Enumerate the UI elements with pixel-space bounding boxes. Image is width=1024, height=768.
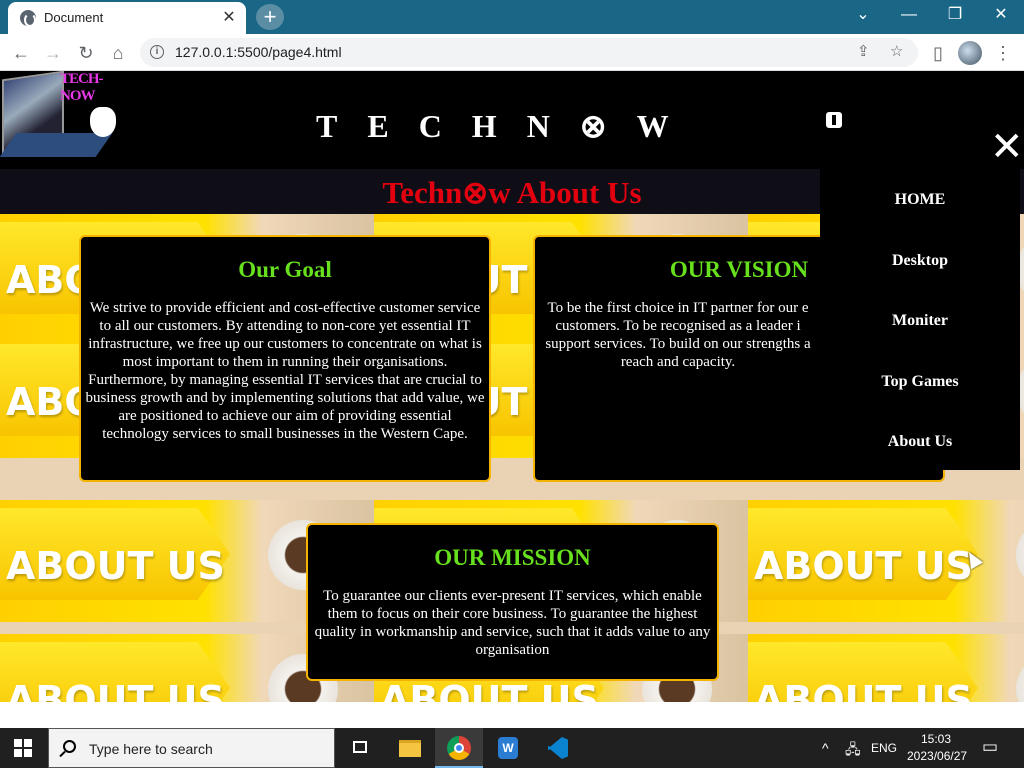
clock-date[interactable]: 2023/06/27 [907,749,967,763]
site-info-icon[interactable]: i [150,45,164,59]
network-icon[interactable]: 🖧 [845,739,861,763]
goal-title: Our Goal [238,257,332,282]
globe-icon [20,10,36,27]
sidenav-item-moniter[interactable]: Moniter [820,312,1020,330]
task-view-icon[interactable] [336,728,384,768]
tab-close-icon[interactable]: ✕ [218,7,240,29]
side-navigation: HOME Desktop Moniter Top Games About Us [820,169,1020,470]
address-bar[interactable]: i 127.0.0.1:5500/page4.html ⇪ ☆ [140,38,918,67]
restore-button[interactable]: ❐ [932,0,978,30]
sidenav-item-about-us[interactable]: About Us [820,433,1020,451]
reload-icon[interactable]: ↻ [73,40,99,66]
taskbar-search[interactable]: Type here to search [48,728,335,768]
share-icon[interactable]: ⇪ [857,42,870,60]
site-logo[interactable]: TECH-NOW [0,71,120,163]
sidenav-close-icon[interactable]: ✕ [990,127,1024,167]
web-page: ABOUT US ABOUT US ABOUT US ABOUT US ABOU… [0,71,1024,702]
goal-card: Our Goal We strive to provide efficient … [79,235,491,482]
menu-toggle-icon[interactable] [826,112,842,128]
vscode-icon[interactable] [534,728,582,768]
back-arrow-icon[interactable]: ← [8,40,34,66]
gamepad-icon [90,107,116,137]
mission-card: OUR MISSION To guarantee our clients eve… [306,523,719,681]
browser-tab[interactable]: Document ✕ [8,2,246,34]
bookmark-star-icon[interactable]: ☆ [890,42,903,60]
browser-toolbar: ← → ↻ ⌂ i 127.0.0.1:5500/page4.html ⇪ ☆ … [0,34,1024,71]
windows-start-icon[interactable] [14,739,32,757]
window-close-button[interactable]: ✕ [978,0,1024,30]
minimize-button[interactable]: — [886,0,932,30]
side-panel-icon[interactable]: ▯ [925,40,951,66]
file-explorer-icon[interactable] [386,728,434,768]
sidenav-item-top-games[interactable]: Top Games [820,373,1020,391]
chrome-icon[interactable] [435,728,483,768]
tab-search-chevron-icon[interactable]: ⌄ [840,0,886,30]
home-icon[interactable]: ⌂ [105,40,131,66]
vision-body: To be the first choice in IT partner for… [545,300,811,370]
forward-arrow-icon[interactable]: → [40,40,66,66]
brand-wordmark: TECHN⊗W [316,108,699,144]
clock-time[interactable]: 15:03 [921,732,951,746]
url-text[interactable]: 127.0.0.1:5500/page4.html [175,44,342,60]
goal-body: We strive to provide efficient and cost-… [85,300,485,442]
browser-tab-strip: Document ✕ + ⌄ — ❐ ✕ [0,0,1024,34]
mission-title: OUR MISSION [434,545,591,570]
search-icon [63,740,76,753]
new-tab-button[interactable]: + [256,4,284,30]
profile-avatar[interactable] [958,41,982,65]
logo-text: TECH-NOW [60,71,104,104]
sidenav-item-desktop[interactable]: Desktop [820,252,1020,270]
mission-body: To guarantee our clients ever-present IT… [314,588,711,658]
keyboard-image [0,133,113,157]
word-icon[interactable]: W [484,728,532,768]
language-indicator[interactable]: ENG [871,741,897,755]
windows-taskbar: Type here to search W ^ 🖧 ENG 15:03 2023… [0,728,1024,768]
sidenav-item-home[interactable]: HOME [820,191,1020,209]
background-tile: ABOUT US [748,634,1024,702]
tray-chevron-icon[interactable]: ^ [822,740,829,756]
menu-kebab-icon[interactable]: ⋮ [990,40,1016,66]
notification-icon[interactable]: ▭ [982,737,998,757]
tab-title: Document [44,10,104,25]
search-placeholder: Type here to search [89,741,213,757]
site-header: TECH-NOW TECHN⊗W [0,71,1024,169]
